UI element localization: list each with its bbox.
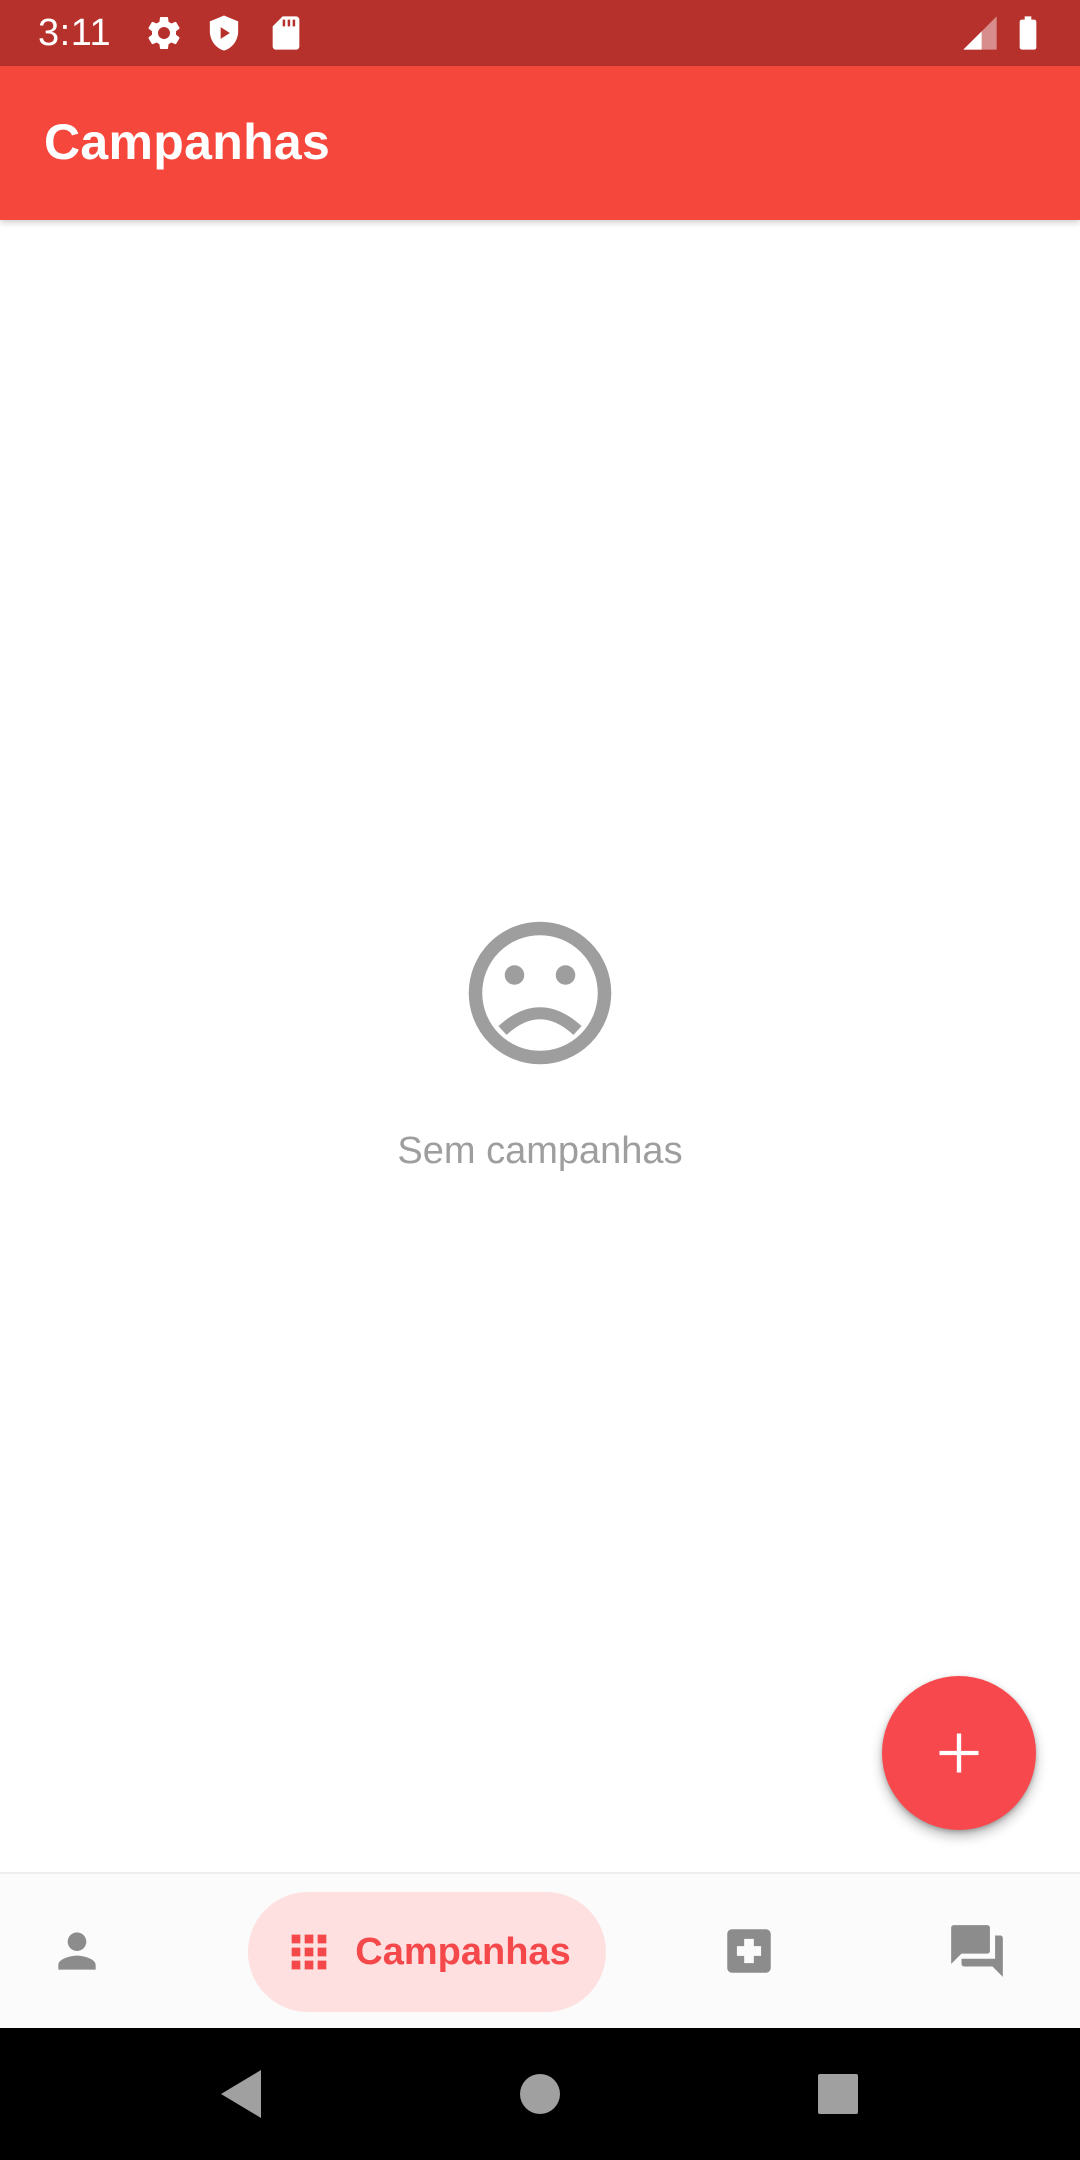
nav-item-messages[interactable]: [900, 1874, 1054, 2028]
sad-face-icon: [468, 921, 612, 1065]
page-title: Campanhas: [44, 114, 331, 170]
forum-icon: [951, 1925, 1003, 1977]
gear-icon: [144, 13, 184, 53]
bottom-navigation: Campanhas: [0, 1872, 1080, 2028]
recents-icon: [818, 2074, 858, 2114]
person-icon: [58, 1932, 96, 1970]
nav-item-profile[interactable]: [0, 1874, 154, 2028]
nav-item-health[interactable]: [672, 1874, 826, 2028]
shield-play-icon: [204, 13, 244, 53]
plus-icon: [939, 1733, 979, 1773]
nav-item-campanhas[interactable]: Campanhas: [248, 1892, 606, 2012]
app-bar: Campanhas: [0, 66, 1080, 220]
home-icon: [520, 2074, 560, 2114]
apps-grid-icon: [291, 1934, 327, 1970]
system-navigation-bar: [0, 2028, 1080, 2160]
signal-icon: [960, 13, 1000, 53]
empty-state-message: Sem campanhas: [397, 1130, 683, 1172]
status-time: 3:11: [38, 12, 112, 54]
recents-button[interactable]: [798, 2028, 878, 2160]
sd-card-icon: [266, 13, 306, 53]
back-icon: [221, 2070, 261, 2118]
home-button[interactable]: [500, 2028, 580, 2160]
medical-plus-icon: [727, 1929, 771, 1973]
status-bar: 3:11: [0, 0, 1080, 66]
battery-icon: [1008, 13, 1048, 53]
nav-item-label: Campanhas: [355, 1930, 571, 1973]
empty-state: Sem campanhas: [0, 918, 1080, 1174]
add-campaign-button[interactable]: [882, 1676, 1036, 1830]
screen: 3:11 Campanhas Sem campanhas Campanhas: [0, 0, 1080, 2160]
back-button[interactable]: [200, 2028, 280, 2160]
